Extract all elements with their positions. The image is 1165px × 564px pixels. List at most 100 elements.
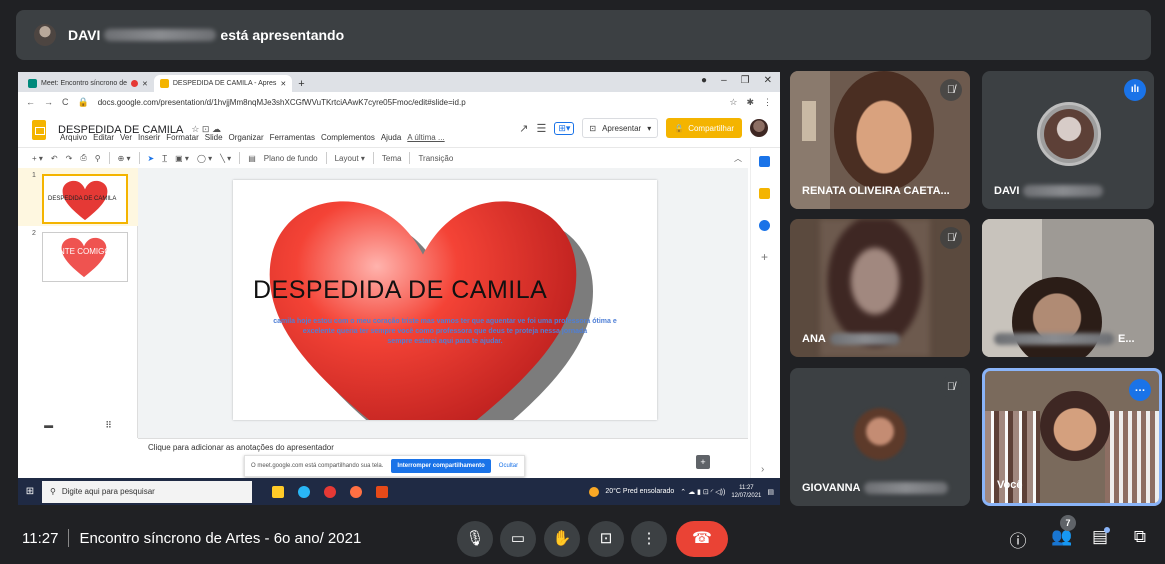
comment-icon[interactable]: ▤ [248, 154, 256, 163]
camera-button[interactable]: ▭ [500, 521, 536, 557]
presenter-avatar [34, 24, 56, 46]
weather-text[interactable]: 20°C Pred ensolarado [605, 488, 674, 495]
more-options-icon[interactable]: … [1129, 379, 1151, 401]
meeting-details-icon[interactable]: ⓘ [1006, 527, 1030, 552]
menu-ferramentas[interactable]: Ferramentas [270, 133, 315, 142]
shape-icon[interactable]: ◯ ▾ [197, 154, 212, 163]
menu-slide[interactable]: Slide [205, 133, 223, 142]
tray-icons[interactable]: ⌃ ☁ ▮ ⊡ ◜ ◁)) [680, 488, 725, 496]
reload-icon[interactable]: C [62, 97, 69, 107]
grid-view-icon[interactable]: ⠿ [105, 420, 112, 431]
office-icon[interactable] [376, 485, 388, 498]
more-options-button[interactable]: ⋮ [631, 521, 667, 557]
menu-formatar[interactable]: Formatar [166, 133, 198, 142]
zoom-icon[interactable]: ⊕ ▾ [118, 154, 131, 163]
textbox-icon[interactable]: T̲ [162, 154, 167, 163]
participant-tile-giovanna[interactable]: 🎙̸ GIOVANNA [790, 368, 970, 506]
menu-organizar[interactable]: Organizar [229, 133, 264, 142]
calendar-icon[interactable] [759, 156, 770, 167]
tasks-icon[interactable] [759, 220, 770, 231]
tab-meet-label: Meet: Encontro síncrono de [41, 80, 127, 87]
star-icon[interactable]: ☆ [729, 97, 737, 108]
keep-icon[interactable] [759, 188, 770, 199]
participant-video [1012, 277, 1102, 357]
expand-panel-icon[interactable]: › [761, 464, 764, 475]
present-screen-button[interactable]: ⊡ [588, 521, 624, 557]
collapse-toolbar-icon[interactable]: ︿ [734, 153, 742, 164]
slides-logo-icon[interactable] [32, 119, 46, 140]
firefox-icon[interactable] [350, 485, 362, 498]
close-tab-icon[interactable]: ✕ [142, 80, 148, 88]
present-meet-icon[interactable]: ⊞▾ [554, 121, 575, 135]
transition-button[interactable]: Transição [418, 154, 453, 163]
slide-title[interactable]: DESPEDIDA DE CAMILA [253, 276, 547, 305]
new-tab-button[interactable]: + [292, 75, 310, 92]
comments-icon[interactable]: ☰ [536, 122, 546, 135]
close-tab-icon[interactable]: ✕ [280, 80, 286, 88]
menu-editar[interactable]: Editar [93, 133, 114, 142]
line-icon[interactable]: ╲ ▾ [220, 154, 231, 163]
background-button[interactable]: Plano de fundo [264, 154, 318, 163]
current-slide[interactable]: DESPEDIDA DE CAMILA camila hoje estou co… [233, 180, 657, 420]
stop-sharing-button[interactable]: Interromper compartilhamento [391, 459, 491, 473]
add-addon-icon[interactable]: + [761, 250, 768, 264]
url-field[interactable]: docs.google.com/presentation/d/1hvjjMm8n… [98, 98, 721, 107]
edge-icon[interactable] [298, 485, 310, 498]
tab-slides[interactable]: DESPEDIDA DE CAMILA - Apres ✕ [153, 75, 293, 92]
print-icon[interactable]: ⎙ [80, 153, 86, 163]
undo-icon[interactable]: ↶ [51, 154, 58, 163]
speaker-notes[interactable]: Clique para adicionar as anotações do ap… [138, 438, 748, 478]
forward-icon[interactable]: → [44, 97, 53, 107]
theme-button[interactable]: Tema [382, 154, 402, 163]
participant-tile-e[interactable]: E... [982, 219, 1154, 357]
account-icon[interactable]: ● [701, 75, 707, 86]
slide-thumbnail-2[interactable]: CONTE COMIGO [42, 232, 128, 282]
windows-start-icon[interactable]: ⊞ [18, 486, 42, 497]
microphone-button[interactable]: 🎙 [457, 521, 493, 557]
redo-icon[interactable]: ↷ [66, 154, 73, 163]
menu-dots-icon[interactable]: ⋮ [763, 97, 772, 108]
slide-thumbnail-1[interactable]: DESPEDIDA DE CAMILA [42, 174, 128, 224]
select-icon[interactable]: ➤ [148, 154, 155, 163]
people-count-badge: 7 [1060, 515, 1076, 531]
end-call-button[interactable]: ☎ [676, 521, 728, 557]
activity-icon[interactable]: ↗ [519, 122, 528, 135]
file-explorer-icon[interactable] [272, 485, 284, 498]
presenter-status: está apresentando [220, 27, 345, 43]
raise-hand-button[interactable]: ✋ [544, 521, 580, 557]
minimize-icon[interactable]: – [721, 75, 727, 86]
close-window-icon[interactable]: ✕ [764, 75, 772, 86]
paint-format-icon[interactable]: ⚲ [95, 154, 101, 163]
share-button[interactable]: 🔒 Compartilhar [666, 118, 742, 138]
taskbar-search[interactable]: ⚲ Digite aqui para pesquisar [42, 480, 252, 503]
menu-ajuda[interactable]: Ajuda [381, 133, 401, 142]
chrome-icon[interactable] [324, 485, 336, 498]
user-avatar[interactable] [750, 119, 768, 137]
list-view-icon[interactable]: ▬ [44, 420, 53, 430]
participant-tile-davi[interactable]: ılı DAVI [982, 71, 1154, 209]
notifications-icon[interactable]: ▤ [767, 488, 774, 496]
tab-meet[interactable]: Meet: Encontro síncrono de ✕ [22, 75, 154, 92]
layout-button[interactable]: Layout ▾ [335, 154, 365, 163]
menu-ver[interactable]: Ver [120, 133, 132, 142]
restore-icon[interactable]: ❐ [741, 75, 750, 86]
tab-slides-label: DESPEDIDA DE CAMILA - Apres [172, 80, 277, 87]
last-edit-link[interactable]: A última ... [407, 133, 444, 142]
hide-notice-button[interactable]: Ocultar [499, 463, 518, 469]
image-icon[interactable]: ▣ ▾ [175, 154, 189, 163]
participant-tile-self[interactable]: … Você [982, 368, 1162, 506]
menu-arquivo[interactable]: Arquivo [60, 133, 87, 142]
explore-icon[interactable]: + [696, 455, 710, 469]
speaker-notes-placeholder: Clique para adicionar as anotações do ap… [148, 443, 334, 452]
back-icon[interactable]: ← [26, 97, 35, 107]
activities-icon[interactable]: ⧉ [1128, 527, 1152, 547]
menu-inserir[interactable]: Inserir [138, 133, 160, 142]
extensions-icon[interactable]: ✱ [746, 97, 754, 108]
new-slide-icon[interactable]: + ▾ [32, 154, 43, 163]
present-button[interactable]: ⊡ Apresentar ▾ [582, 118, 659, 138]
participant-tile-renata[interactable]: 🎙̸ RENATA OLIVEIRA CAETA... [790, 71, 970, 209]
thumbnail-text: CONTE COMIGO [47, 247, 111, 256]
menu-complementos[interactable]: Complementos [321, 133, 375, 142]
taskbar-clock[interactable]: 11:27 12/07/2021 [731, 484, 761, 500]
participant-tile-ana[interactable]: 🎙̸ ANA [790, 219, 970, 357]
